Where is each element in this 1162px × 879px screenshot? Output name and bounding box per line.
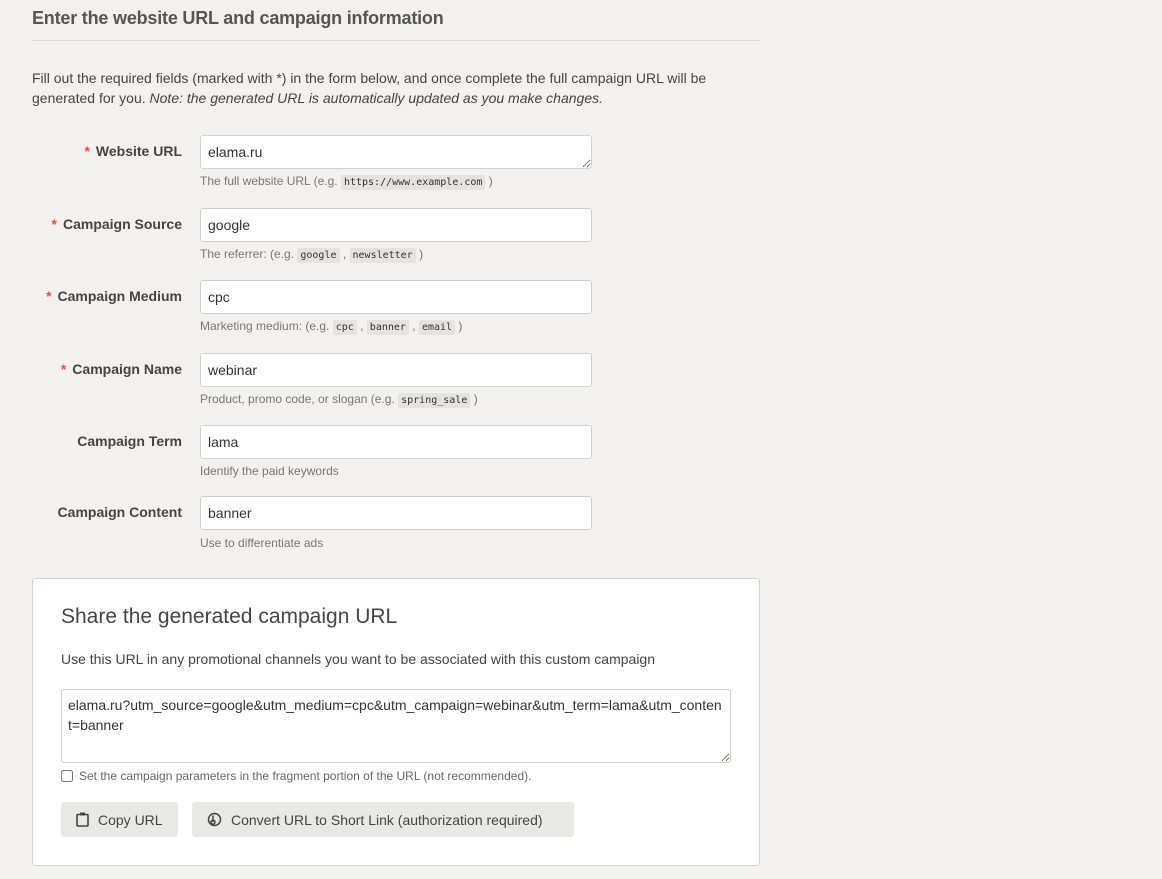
campaign-name-input[interactable]	[200, 353, 592, 387]
fragment-option[interactable]: Set the campaign parameters in the fragm…	[61, 769, 531, 783]
campaign-content-input[interactable]	[200, 496, 592, 530]
required-marker: *	[51, 216, 57, 232]
share-url-panel: Share the generated campaign URL Use thi…	[32, 578, 760, 866]
fragment-checkbox[interactable]	[61, 770, 73, 782]
convert-short-link-button[interactable]: Convert URL to Short Link (authorization…	[192, 802, 574, 837]
convert-short-link-label: Convert URL to Short Link (authorization…	[231, 811, 543, 828]
copy-url-label: Copy URL	[98, 811, 163, 828]
copy-url-button[interactable]: Copy URL	[61, 802, 178, 837]
share-title: Share the generated campaign URL	[61, 605, 398, 628]
campaign-name-help: Product, promo code, or slogan (e.g. spr…	[200, 392, 478, 408]
website-url-label: * Website URL	[84, 143, 182, 159]
campaign-name-label: * Campaign Name	[60, 361, 182, 377]
required-marker: *	[84, 143, 90, 159]
intro-note: Note: the generated URL is automatically…	[149, 89, 603, 106]
required-marker: *	[46, 288, 52, 304]
campaign-source-input[interactable]	[200, 208, 592, 242]
campaign-term-help: Identify the paid keywords	[200, 464, 339, 478]
website-url-input[interactable]: elama.ru	[200, 135, 592, 169]
campaign-medium-label: * Campaign Medium	[46, 288, 182, 304]
example-code: https://www.example.com	[340, 175, 486, 190]
generated-url-output[interactable]: elama.ru?utm_source=google&utm_medium=cp…	[61, 689, 731, 763]
example-code: cpc	[332, 320, 357, 335]
intro-paragraph: Fill out the required fields (marked wit…	[32, 69, 772, 108]
campaign-content-label: Campaign Content	[57, 504, 182, 520]
campaign-medium-help: Marketing medium: (e.g. cpc , banner , e…	[200, 319, 463, 335]
example-code: newsletter	[349, 248, 416, 263]
campaign-source-help: The referrer: (e.g. google , newsletter …	[200, 247, 424, 263]
campaign-medium-input[interactable]	[200, 280, 592, 314]
campaign-source-label: * Campaign Source	[51, 216, 182, 232]
campaign-content-help: Use to differentiate ads	[200, 536, 324, 550]
title-divider	[32, 40, 760, 41]
section-title: Enter the website URL and campaign infor…	[32, 8, 444, 28]
example-code: banner	[366, 320, 409, 335]
share-description: Use this URL in any promotional channels…	[61, 651, 656, 667]
campaign-term-label: Campaign Term	[77, 433, 182, 449]
fragment-checkbox-label: Set the campaign parameters in the fragm…	[79, 769, 532, 783]
example-code: email	[418, 320, 456, 335]
example-code: google	[297, 248, 340, 263]
bitly-icon	[207, 812, 222, 827]
required-marker: *	[60, 361, 67, 377]
clipboard-icon	[76, 812, 89, 827]
website-url-help: The full website URL (e.g. https://www.e…	[200, 174, 493, 190]
example-code: spring_sale	[398, 393, 471, 408]
campaign-term-input[interactable]	[200, 425, 592, 459]
